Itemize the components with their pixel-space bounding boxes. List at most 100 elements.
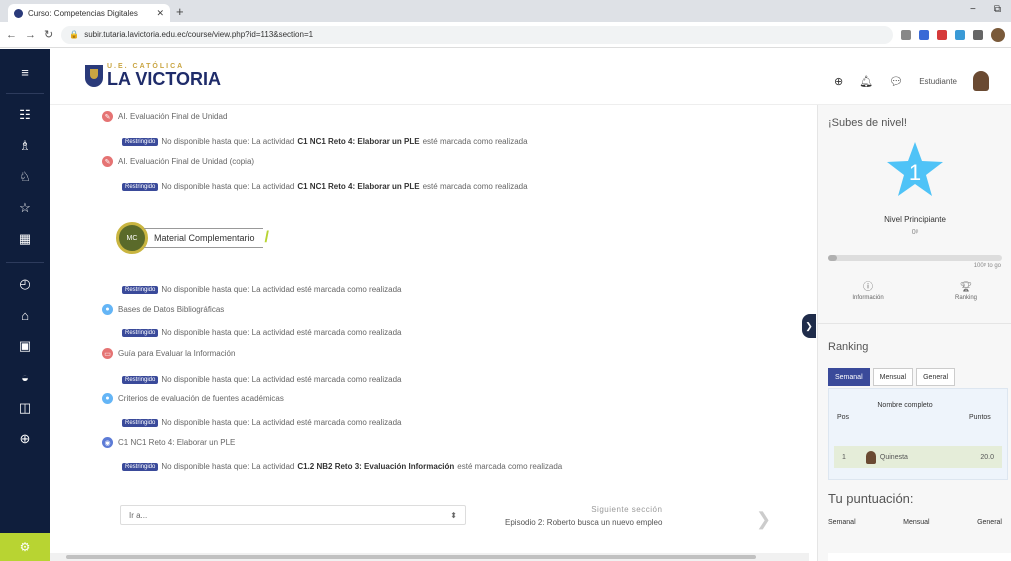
ranking-label: Ranking bbox=[954, 295, 977, 301]
activity-item[interactable]: ✎ AI. Evaluación Final de Unidad (copia) bbox=[102, 156, 254, 167]
restriction-suffix: esté marcada como realizada bbox=[457, 462, 563, 471]
restriction-note: Restringido No disponible hasta que: La … bbox=[122, 137, 528, 146]
activity-item[interactable]: ● Criterios de evaluación de fuentes aca… bbox=[102, 393, 284, 404]
level-name: Nivel Principiante bbox=[884, 215, 946, 224]
activity-item[interactable]: ◉ C1 NC1 Reto 4: Elaborar un PLE bbox=[102, 437, 235, 448]
rail-divider bbox=[6, 93, 44, 94]
bell-icon[interactable]: 🔔︎ bbox=[859, 75, 873, 88]
restricted-badge: Restringido bbox=[122, 182, 159, 191]
tab-mensual[interactable]: Mensual bbox=[872, 368, 914, 386]
score-table-header: Semanal Mensual General bbox=[828, 519, 1011, 526]
restricted-badge: Restringido bbox=[122, 375, 159, 384]
extension-icon[interactable] bbox=[901, 29, 911, 40]
restriction-text: No disponible hasta que: La actividad bbox=[161, 182, 295, 191]
site-header: U.E. CATÓLICA LA VICTORIA ⊕ 🔔︎ 💬︎ Estudi… bbox=[50, 49, 1011, 105]
school-logo[interactable]: U.E. CATÓLICA LA VICTORIA bbox=[85, 63, 221, 88]
star-icon[interactable]: ☆ bbox=[0, 195, 50, 221]
profile-avatar[interactable] bbox=[991, 27, 1005, 42]
scrollbar-thumb[interactable] bbox=[66, 555, 756, 559]
avatar[interactable] bbox=[973, 71, 989, 91]
settings-icon[interactable]: ⚙ bbox=[0, 533, 50, 561]
col-points: Puntos bbox=[969, 414, 991, 421]
screen: Curso: Competencias Digitales ✕ + − ⧉ ← … bbox=[0, 0, 1011, 561]
drawer-toggle-chevron-icon[interactable]: ❯ bbox=[802, 314, 816, 338]
home-icon[interactable]: ⌂ bbox=[0, 302, 50, 328]
globe-icon[interactable]: ⊕ bbox=[0, 426, 50, 452]
assign-icon: ◉ bbox=[102, 437, 113, 448]
language-icon[interactable]: ⊕ bbox=[834, 75, 843, 88]
level-number: 1 bbox=[909, 160, 921, 185]
new-tab-icon[interactable]: + bbox=[176, 4, 184, 19]
tab-semanal[interactable]: Semanal bbox=[828, 368, 870, 386]
extension-icon[interactable] bbox=[937, 29, 947, 40]
avatar bbox=[865, 450, 876, 464]
horizontal-scrollbar[interactable] bbox=[50, 553, 809, 561]
material-label: Material Complementario bbox=[144, 228, 263, 248]
address-bar[interactable]: 🔒 subir.tutaria.lavictoria.edu.ec/course… bbox=[61, 25, 893, 44]
next-section-name: Episodio 2: Roberto busca un nuevo emple… bbox=[505, 518, 663, 527]
rail-divider bbox=[6, 262, 44, 263]
table-row[interactable]: 1 Quinesta 20.0 bbox=[834, 446, 1002, 468]
url-icon: ● bbox=[102, 393, 113, 404]
extensions bbox=[901, 27, 1005, 42]
browser-tab[interactable]: Curso: Competencias Digitales ✕ bbox=[8, 4, 170, 22]
puzzle-icon[interactable] bbox=[973, 29, 983, 40]
maximize-icon[interactable]: ⧉ bbox=[994, 4, 1001, 15]
activity-title[interactable]: Bases de Datos Bibliográficas bbox=[118, 305, 224, 314]
chevron-right-icon[interactable]: ❯ bbox=[756, 509, 771, 530]
list-icon[interactable]: ☷ bbox=[0, 102, 50, 128]
lock-icon: 🔒 bbox=[69, 30, 80, 39]
restriction-activity: C1 NC1 Reto 4: Elaborar un PLE bbox=[297, 137, 420, 146]
window-controls: − ⧉ bbox=[970, 4, 1001, 15]
favicon-icon bbox=[14, 8, 23, 18]
ranking-button[interactable]: 🏆︎ Ranking bbox=[936, 283, 996, 303]
next-section-link[interactable]: Siguiente sección Episodio 2: Roberto bu… bbox=[505, 503, 662, 529]
progress-label: 100ᵖ to go bbox=[973, 263, 1001, 269]
calendar-icon[interactable]: ▣ bbox=[0, 333, 50, 359]
tab-general[interactable]: General bbox=[916, 368, 956, 386]
info-button[interactable]: ⓘ Información bbox=[838, 283, 898, 303]
dashboard-icon[interactable]: ◴ bbox=[0, 271, 50, 297]
ranking-heading: Ranking bbox=[828, 341, 869, 353]
courses-icon[interactable]: ◫ bbox=[0, 395, 50, 421]
col-name: Nombre completo bbox=[877, 402, 933, 409]
restriction-note: Restringido No disponible hasta que: La … bbox=[122, 285, 402, 294]
activity-title[interactable]: Criterios de evaluación de fuentes acadé… bbox=[118, 394, 284, 403]
restriction-text: No disponible hasta que: La actividad es… bbox=[161, 418, 402, 427]
participants-icon[interactable]: ♗ bbox=[0, 133, 50, 159]
chat-icon[interactable]: 💬︎ bbox=[889, 75, 903, 88]
reload-icon[interactable]: ↻ bbox=[44, 28, 53, 41]
activity-item[interactable]: ✎ AI. Evaluación Final de Unidad bbox=[102, 111, 227, 122]
badges-icon[interactable]: ♘ bbox=[0, 164, 50, 190]
tab-title: Curso: Competencias Digitales bbox=[28, 8, 138, 18]
quiz-icon: ✎ bbox=[102, 111, 113, 122]
ranking-tabs: Semanal Mensual General bbox=[828, 368, 956, 386]
extension-icon[interactable] bbox=[919, 29, 929, 40]
activity-title[interactable]: Guía para Evaluar la Información bbox=[118, 349, 235, 358]
resource-icon: ▭ bbox=[102, 348, 113, 359]
restricted-badge: Restringido bbox=[122, 328, 159, 337]
minimize-icon[interactable]: − bbox=[970, 4, 976, 15]
activity-title[interactable]: C1 NC1 Reto 4: Elaborar un PLE bbox=[118, 438, 235, 447]
logo-text: U.E. CATÓLICA LA VICTORIA bbox=[107, 63, 221, 88]
back-icon[interactable]: ← bbox=[6, 29, 17, 41]
dropdown-arrow-icon: ⬍ bbox=[450, 510, 457, 520]
forward-icon[interactable]: → bbox=[25, 29, 36, 41]
user-name[interactable]: Estudiante bbox=[919, 77, 957, 86]
browser-toolbar: ← → ↻ 🔒 subir.tutaria.lavictoria.edu.ec/… bbox=[0, 22, 1011, 48]
restriction-text: No disponible hasta que: La actividad es… bbox=[161, 375, 402, 384]
files-icon[interactable]: ◒ bbox=[0, 364, 50, 390]
restriction-note: Restringido No disponible hasta que: La … bbox=[122, 462, 562, 471]
jump-to-select[interactable]: Ir a... ⬍ bbox=[120, 505, 466, 525]
material-section-label: MC Material Complementario / bbox=[116, 222, 306, 254]
restriction-activity: C1.2 NB2 Reto 3: Evaluación Información bbox=[297, 462, 455, 471]
activity-item[interactable]: ▭ Guía para Evaluar la Información bbox=[102, 348, 235, 359]
activity-title[interactable]: AI. Evaluación Final de Unidad bbox=[118, 112, 227, 121]
extension-icon[interactable] bbox=[955, 29, 965, 40]
quiz-icon: ✎ bbox=[102, 156, 113, 167]
activity-item[interactable]: ● Bases de Datos Bibliográficas bbox=[102, 304, 224, 315]
menu-icon[interactable]: ≡ bbox=[0, 59, 50, 85]
activity-title[interactable]: AI. Evaluación Final de Unidad (copia) bbox=[118, 157, 254, 166]
grades-icon[interactable]: ▦ bbox=[0, 226, 50, 252]
close-icon[interactable]: ✕ bbox=[156, 8, 164, 19]
